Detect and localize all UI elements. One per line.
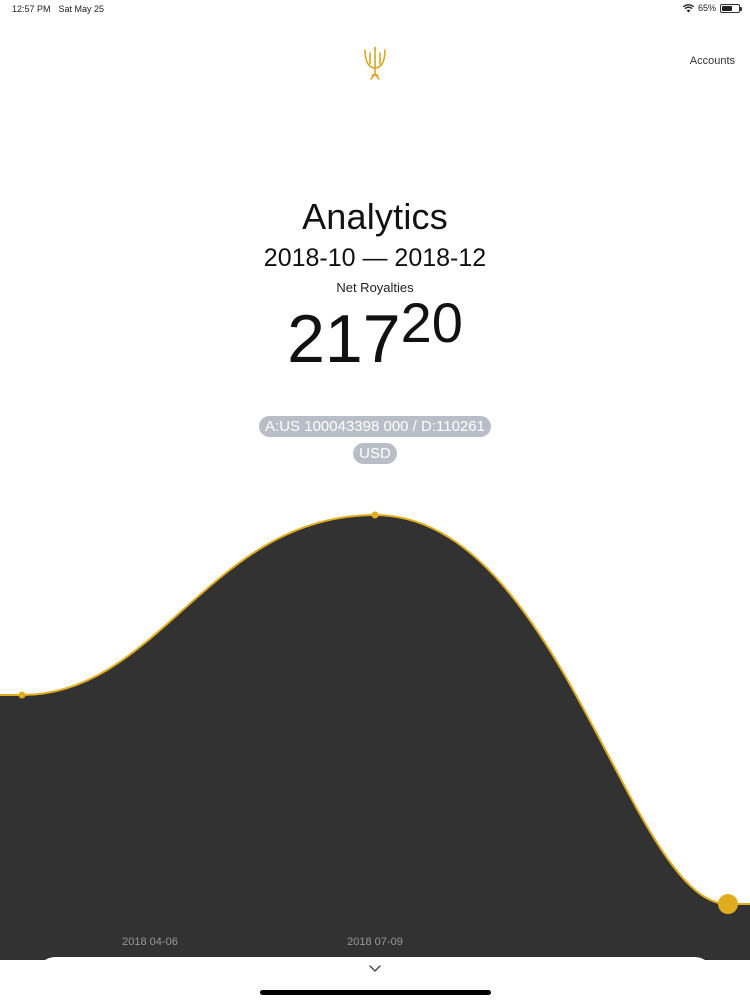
chart-point-start[interactable]: [18, 691, 26, 699]
area-chart: 2018 04-06 2018 07-09 2018 10-12: [0, 511, 750, 960]
date-range[interactable]: 2018-10 — 2018-12: [0, 244, 750, 273]
chart-point-peak[interactable]: [371, 511, 379, 519]
currency-badge[interactable]: USD: [353, 443, 397, 464]
battery-level: [722, 5, 733, 11]
chevron-down-icon[interactable]: [369, 964, 381, 973]
chart-x-label[interactable]: 2018 04-06: [122, 936, 178, 948]
status-date: Sat May 25: [58, 4, 105, 14]
chart-point-selected[interactable]: [718, 894, 738, 914]
trident-icon: [364, 46, 386, 80]
analytics-header: Analytics 2018-10 — 2018-12 Net Royaltie…: [0, 196, 750, 295]
wifi-icon: [682, 3, 694, 12]
chart-x-label-active[interactable]: 2018 10-12: [572, 936, 628, 948]
status-right: 65%: [682, 3, 742, 13]
account-id-badge[interactable]: A:US 100043398 000 / D:110261: [259, 416, 491, 437]
amount-integer: 217: [287, 301, 401, 377]
battery-percentage: 65%: [697, 3, 716, 13]
royalty-chart: 2018 04-06 2018 07-09 2018 10-12: [0, 490, 750, 960]
metric-label: Net Royalties: [336, 280, 414, 295]
battery-icon: [720, 3, 742, 13]
status-time: 12:57 PM: [12, 4, 51, 14]
status-left: 12:57 PM Sat May 25: [12, 4, 104, 14]
royalty-amount: 21720: [0, 295, 750, 377]
amount-decimal: 20: [400, 291, 463, 354]
home-indicator[interactable]: [260, 990, 491, 995]
chart-x-label[interactable]: 2018 07-09: [347, 936, 403, 948]
status-bar: 12:57 PM Sat May 25 65%: [0, 0, 750, 18]
account-tags: A:US 100043398 000 / D:110261 USD: [0, 416, 750, 470]
accounts-button[interactable]: Accounts: [690, 55, 735, 67]
page-title: Analytics: [302, 196, 448, 237]
chart-area: [0, 515, 750, 960]
